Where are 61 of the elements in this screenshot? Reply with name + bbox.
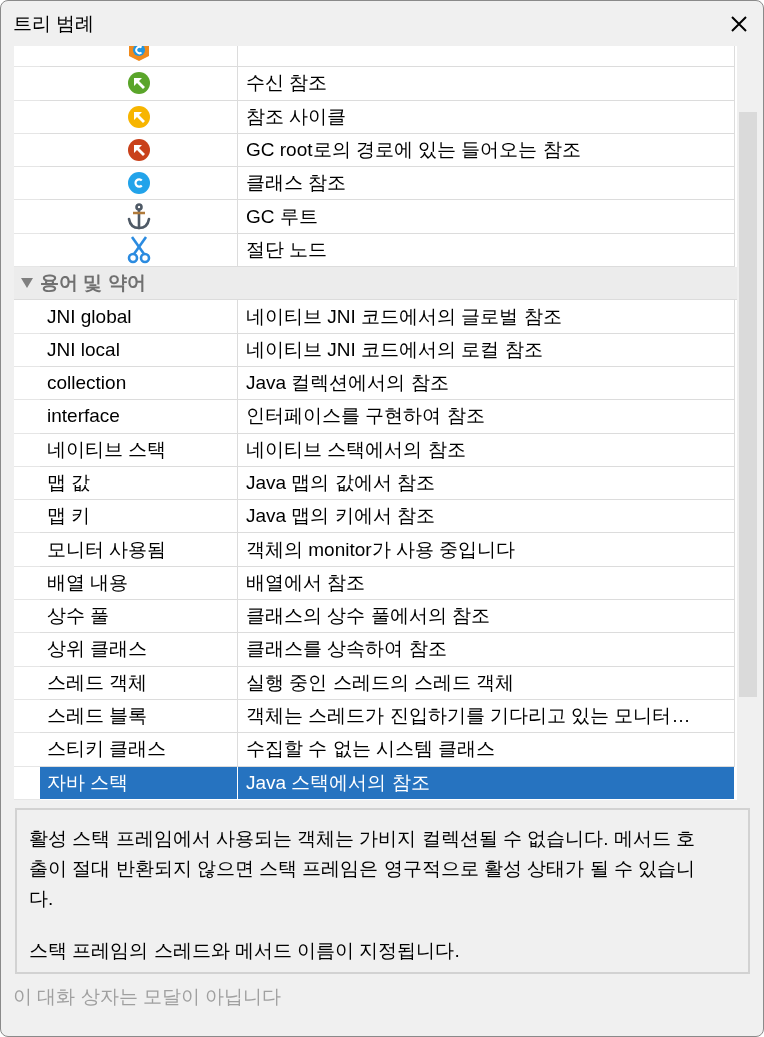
window-title: 트리 범례 <box>13 11 95 36</box>
legend-row[interactable]: 맵 키 Java 맵의 키에서 참조 <box>14 500 737 534</box>
description-cell-text: 클래스를 상속하여 참조 <box>246 637 447 662</box>
legend-row[interactable]: 스레드 블록 객체는 스레드가 진입하기를 기다리고 있는 모니터… <box>14 699 737 734</box>
expand-triangle-icon[interactable] <box>20 277 34 290</box>
description-cell-text: 수집할 수 없는 시스템 클래스 <box>246 737 496 762</box>
legend-label: 수신 참조 <box>246 71 328 96</box>
description-cell-text: Java 스택에서의 참조 <box>246 770 430 795</box>
scissors-icon <box>126 235 151 264</box>
description-cell-text: Java 맵의 값에서 참조 <box>246 471 435 495</box>
term-cell-text: 상위 클래스 <box>47 637 148 662</box>
term-cell-text: 모니터 사용됨 <box>47 537 167 562</box>
section-header[interactable]: 용어 및 약어 <box>14 267 737 301</box>
legend-row[interactable]: 상수 풀 클래스의 상수 풀에서의 참조 <box>14 600 737 634</box>
term-cell-text: 맵 키 <box>47 504 91 529</box>
legend-row[interactable]: 네이티브 스택 네이티브 스택에서의 참조 <box>14 433 737 467</box>
description-cell-text: 네이티브 JNI 코드에서의 로컬 참조 <box>246 337 543 362</box>
description-cell-text: 배열에서 참조 <box>246 570 366 595</box>
term-cell-text: 맵 값 <box>47 471 91 495</box>
term-cell-text: 스티키 클래스 <box>47 737 167 762</box>
description-cell-text: 클래스의 상수 풀에서의 참조 <box>246 604 490 629</box>
term-cell-text: 상수 풀 <box>47 604 110 629</box>
description-cell-text: 인터페이스를 구현하여 참조 <box>246 404 485 429</box>
legend-row[interactable]: JNI local 네이티브 JNI 코드에서의 로컬 참조 <box>14 333 737 367</box>
description-paragraph: 활성 스택 프레임에서 사용되는 객체는 가비지 컬렉션될 수 없습니다. 메서드 호출이 절대 반환되지 않으면 스택 프레임은 영구적으로 활성 상태가 될 수 있습니다. <box>29 827 697 911</box>
term-cell: interface <box>47 405 120 428</box>
legend-row[interactable]: 모니터 사용됨 객체의 monitor가 사용 중입니다 <box>14 533 737 567</box>
legend-label: GC 루트 <box>246 204 318 229</box>
legend-row[interactable]: 맵 값 Java 맵의 값에서 참조 <box>14 466 737 501</box>
legend-row[interactable]: interface 인터페이스를 구현하여 참조 <box>14 400 737 434</box>
legend-row[interactable]: JNI global 네이티브 JNI 코드에서의 글로벌 참조 <box>14 300 737 334</box>
term-cell: collection <box>47 372 127 395</box>
legend-label: 절단 노드 <box>246 237 328 262</box>
section-title: 용어 및 약어 <box>40 271 146 296</box>
legend-row[interactable]: collection Java 컬렉션에서의 참조 <box>14 366 737 401</box>
term-cell: JNI local <box>47 338 120 361</box>
term-cell-text: 자바 스택 <box>47 770 129 795</box>
legend-label: GC root로의 경로에 있는 들어오는 참조 <box>246 138 581 163</box>
legend-label: 참조 사이클 <box>246 104 347 129</box>
term-cell-text: 스레드 블록 <box>47 704 148 729</box>
legend-row[interactable]: 상위 클래스 클래스를 상속하여 참조 <box>14 633 737 667</box>
description-cell-text: 객체는 스레드가 진입하기를 기다리고 있는 모니터… <box>246 704 691 729</box>
description-cell-text: 객체의 monitor가 사용 중입니다 <box>246 537 516 562</box>
description-paragraph: 스택 프레임의 스레드와 메서드 이름이 지정됩니다. <box>29 939 461 963</box>
term-cell: JNI global <box>47 305 132 328</box>
legend-label: 클래스 참조 <box>246 171 347 196</box>
class-icon <box>126 171 151 196</box>
description-cell-text: Java 맵의 키에서 참조 <box>246 504 435 529</box>
description-cell-text: 네이티브 JNI 코드에서의 글로벌 참조 <box>246 304 562 329</box>
legend-row[interactable]: 스레드 객체 실행 중인 스레드의 스레드 객체 <box>14 666 737 700</box>
description-cell-text: 네이티브 스택에서의 참조 <box>246 437 466 462</box>
status-text: 이 대화 상자는 모달이 아닙니다 <box>13 985 283 1009</box>
anchor-icon <box>125 202 152 231</box>
legend-row[interactable]: 배열 내용 배열에서 참조 <box>14 566 737 601</box>
description-cell-text: 실행 중인 스레드의 스레드 객체 <box>246 670 515 695</box>
term-cell-text: 네이티브 스택 <box>47 437 167 462</box>
legend-row[interactable]: 스티키 클래스 수집할 수 없는 시스템 클래스 <box>14 733 737 767</box>
term-cell-text: 배열 내용 <box>47 570 129 595</box>
description-cell-text: Java 컬렉션에서의 참조 <box>246 371 449 396</box>
close-icon[interactable] <box>729 13 749 34</box>
term-cell-text: 스레드 객체 <box>47 670 148 695</box>
